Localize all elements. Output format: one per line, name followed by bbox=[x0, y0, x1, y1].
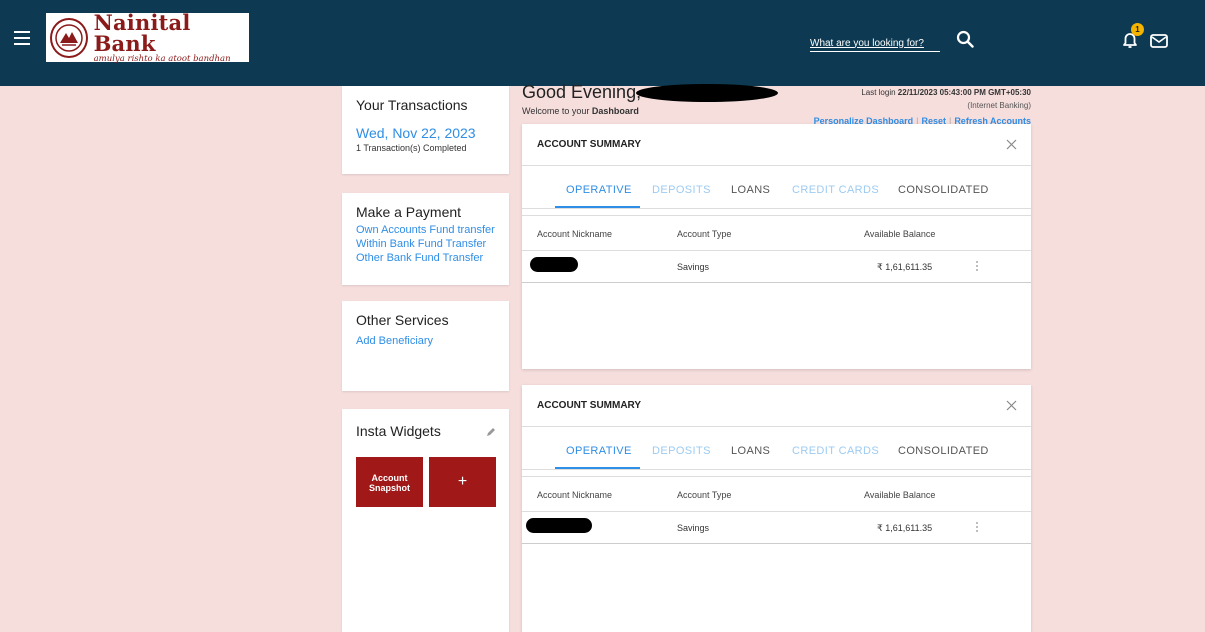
last-login: Last login 22/11/2023 05:43:00 PM GMT+05… bbox=[861, 88, 1031, 97]
login-channel: (Internet Banking) bbox=[967, 101, 1031, 110]
close-icon[interactable] bbox=[1006, 139, 1017, 150]
tab-operative[interactable]: OPERATIVE bbox=[566, 184, 632, 196]
insta-widgets-card: Insta Widgets Account Snapshot + bbox=[342, 409, 509, 632]
more-options-icon[interactable] bbox=[975, 261, 979, 273]
bank-name: Nainital Bank bbox=[93, 9, 191, 56]
tab-consolidated[interactable]: CONSOLIDATED bbox=[898, 184, 989, 196]
col-available-balance: Available Balance bbox=[864, 490, 936, 500]
welcome-prefix: Welcome to your bbox=[522, 106, 590, 116]
transactions-summary: 1 Transaction(s) Completed bbox=[356, 143, 467, 153]
col-account-type: Account Type bbox=[677, 229, 732, 239]
welcome-text: Welcome to your Dashboard bbox=[522, 106, 639, 116]
redacted-account-nickname bbox=[526, 518, 592, 533]
redacted-account-nickname bbox=[530, 257, 578, 272]
account-snapshot-button[interactable]: Account Snapshot bbox=[356, 457, 423, 507]
add-widget-button[interactable]: + bbox=[429, 457, 496, 507]
available-balance: ₹ 1,61,611.35 bbox=[877, 523, 933, 533]
account-summary-card-2: ACCOUNT SUMMARY OPERATIVE DEPOSITS LOANS… bbox=[522, 385, 1031, 632]
table-header: Account Nickname Account Type Available … bbox=[522, 476, 1031, 512]
table-row[interactable]: Savings ₹ 1,61,611.35 bbox=[522, 251, 1031, 283]
bank-tagline: amulya rishto ka atoot bandhan bbox=[93, 53, 231, 64]
pencil-icon[interactable] bbox=[486, 427, 496, 437]
account-summary-title: ACCOUNT SUMMARY bbox=[537, 139, 642, 150]
tab-deposits[interactable]: DEPOSITS bbox=[652, 445, 711, 457]
top-bar: Nainital Bank amulya rishto ka atoot ban… bbox=[0, 0, 1205, 86]
search-input[interactable] bbox=[810, 32, 940, 52]
tab-operative[interactable]: OPERATIVE bbox=[566, 445, 632, 457]
account-tabs: OPERATIVE DEPOSITS LOANS CREDIT CARDS CO… bbox=[522, 166, 1031, 209]
account-tabs: OPERATIVE DEPOSITS LOANS CREDIT CARDS CO… bbox=[522, 427, 1031, 470]
tab-credit-cards[interactable]: CREDIT CARDS bbox=[792, 445, 879, 457]
table-header: Account Nickname Account Type Available … bbox=[522, 215, 1031, 251]
bank-emblem-icon bbox=[50, 17, 88, 58]
tab-deposits[interactable]: DEPOSITS bbox=[652, 184, 711, 196]
account-summary-card: ACCOUNT SUMMARY OPERATIVE DEPOSITS LOANS… bbox=[522, 124, 1031, 369]
payment-title: Make a Payment bbox=[356, 204, 462, 220]
notification-badge: 1 bbox=[1131, 23, 1144, 36]
payment-card: Make a Payment Own Accounts Fund transfe… bbox=[342, 193, 509, 285]
bank-logo[interactable]: Nainital Bank amulya rishto ka atoot ban… bbox=[46, 9, 249, 64]
add-beneficiary-link[interactable]: Add Beneficiary bbox=[356, 335, 495, 347]
tab-loans[interactable]: LOANS bbox=[731, 184, 770, 196]
welcome-dashboard: Dashboard bbox=[591, 106, 639, 116]
col-account-nickname: Account Nickname bbox=[537, 490, 613, 500]
greeting-text: Good Evening, bbox=[522, 82, 642, 102]
services-title: Other Services bbox=[356, 312, 449, 328]
active-tab-indicator bbox=[555, 206, 640, 208]
tab-consolidated[interactable]: CONSOLIDATED bbox=[898, 445, 989, 457]
tab-credit-cards[interactable]: CREDIT CARDS bbox=[792, 184, 879, 196]
mail-icon[interactable] bbox=[1150, 34, 1168, 48]
transactions-title: Your Transactions bbox=[356, 97, 468, 113]
redacted-name bbox=[636, 84, 778, 102]
transactions-date[interactable]: Wed, Nov 22, 2023 bbox=[356, 125, 495, 141]
available-balance: ₹ 1,61,611.35 bbox=[877, 262, 933, 272]
insta-widgets-title: Insta Widgets bbox=[356, 423, 441, 439]
more-options-icon[interactable] bbox=[975, 522, 979, 534]
transactions-card: Your Transactions Wed, Nov 22, 2023 1 Tr… bbox=[342, 86, 509, 174]
col-account-nickname: Account Nickname bbox=[537, 229, 613, 239]
account-summary-title: ACCOUNT SUMMARY bbox=[537, 400, 642, 411]
account-type: Savings bbox=[677, 523, 710, 533]
own-accounts-transfer-link[interactable]: Own Accounts Fund transfer bbox=[356, 225, 495, 236]
search-icon[interactable] bbox=[956, 30, 974, 48]
within-bank-transfer-link[interactable]: Within Bank Fund Transfer bbox=[356, 239, 495, 250]
last-login-value: 22/11/2023 05:43:00 PM GMT+05:30 bbox=[897, 88, 1031, 97]
other-bank-transfer-link[interactable]: Other Bank Fund Transfer bbox=[356, 253, 495, 264]
tab-loans[interactable]: LOANS bbox=[731, 445, 770, 457]
col-available-balance: Available Balance bbox=[864, 229, 936, 239]
close-icon[interactable] bbox=[1006, 400, 1017, 411]
col-account-type: Account Type bbox=[677, 490, 732, 500]
services-card: Other Services Add Beneficiary bbox=[342, 301, 509, 391]
table-row[interactable]: Savings ₹ 1,61,611.35 bbox=[522, 512, 1031, 544]
account-type: Savings bbox=[677, 262, 710, 272]
last-login-label: Last login bbox=[861, 88, 896, 97]
menu-icon[interactable] bbox=[14, 31, 30, 45]
active-tab-indicator bbox=[555, 467, 640, 469]
